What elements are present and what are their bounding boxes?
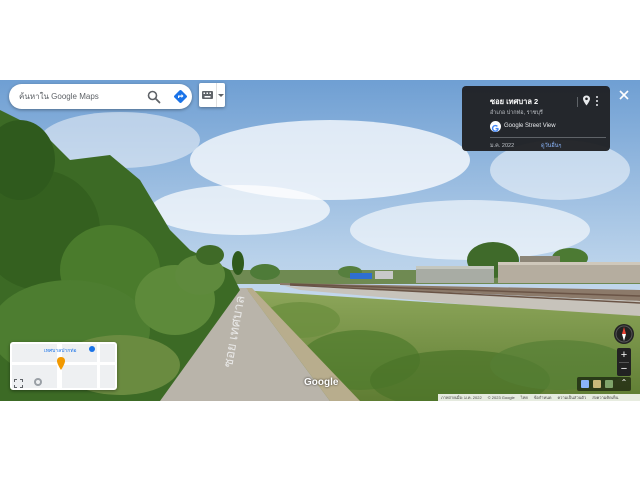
thumbnail-2[interactable] (593, 380, 601, 388)
thumbnail-1[interactable] (581, 380, 589, 388)
directions-icon[interactable] (172, 88, 189, 105)
footer-link-privacy[interactable]: ความเป็นส่วนตัว (557, 394, 586, 401)
expand-icon[interactable] (14, 379, 23, 388)
zoom-in-button[interactable]: + (617, 348, 631, 362)
street-view-panorama[interactable]: ซอย เทศบาล ค้นหาใน Google Maps ซอย เทศบา… (0, 80, 640, 401)
compass-icon[interactable] (614, 324, 634, 344)
attribution-footer: ภาพถ่ายเมื่อ: ม.ค. 2022 © 2023 Google ไท… (438, 394, 640, 401)
thumbnail-3[interactable] (605, 380, 613, 388)
button-divider (216, 83, 217, 107)
capture-info: ภาพถ่ายเมื่อ: ม.ค. 2022 (441, 395, 482, 400)
more-vert-icon[interactable] (594, 95, 600, 107)
caret-down-icon[interactable] (218, 93, 224, 98)
input-tools-button[interactable] (199, 83, 225, 107)
google-g-icon (490, 121, 501, 132)
imagery-thumbnails: ⌃ (577, 377, 631, 391)
footer-link-terms[interactable]: ข้อกำหนด (534, 394, 552, 401)
thumbnails-toggle[interactable]: ⌃ (619, 378, 629, 390)
street-view-source: Google Street View (504, 123, 556, 129)
google-logo: Google (304, 377, 339, 388)
map-pin-icon[interactable] (582, 95, 591, 106)
see-more-dates-link[interactable]: ดูวันอื่นๆ (541, 142, 561, 150)
search-box[interactable] (9, 84, 192, 109)
card-divider (577, 97, 578, 107)
minimap-poi-label: เทศบาลปากท่อ (44, 348, 77, 354)
zoom-controls: + − (617, 348, 631, 376)
zoom-out-button[interactable]: − (617, 362, 631, 376)
footer-link-language[interactable]: ไทย (521, 394, 528, 401)
card-separator (490, 137, 606, 138)
close-icon[interactable] (617, 88, 631, 102)
search-icon[interactable] (146, 89, 162, 105)
search-input[interactable] (19, 89, 144, 104)
footer-link-feedback[interactable]: ส่งความคิดเห็น (592, 394, 618, 401)
mini-map[interactable]: เทศบาลปากท่อ (10, 342, 117, 390)
location-subtitle: อำเภอ ปากท่อ, ราชบุรี (490, 110, 543, 116)
keyboard-icon[interactable] (202, 91, 213, 99)
capture-date: ม.ค. 2022 (490, 143, 515, 149)
location-title[interactable]: ซอย เทศบาล 2 (490, 96, 538, 108)
location-info-card: ซอย เทศบาล 2 อำเภอ ปากท่อ, ราชบุรี Googl… (462, 86, 610, 151)
copyright: © 2023 Google (487, 395, 515, 400)
